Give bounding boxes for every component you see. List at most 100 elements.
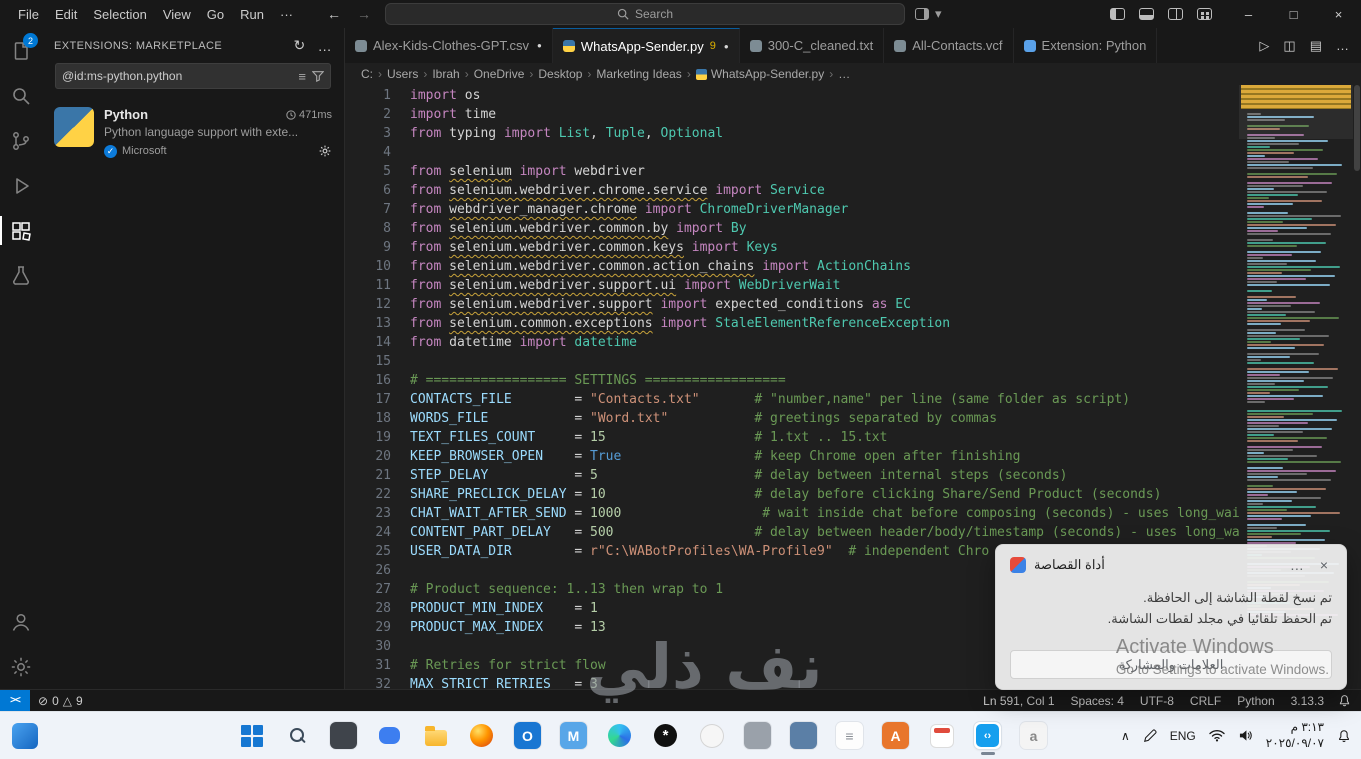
more-actions-icon[interactable]: … xyxy=(318,38,332,54)
editor-more-actions-button[interactable]: … xyxy=(1336,38,1349,53)
split-editor-button[interactable]: ◫ xyxy=(1283,38,1295,54)
minimap-slider[interactable] xyxy=(1239,85,1353,139)
volume-icon[interactable] xyxy=(1238,729,1253,742)
filter-list-icon[interactable]: ≡ xyxy=(298,69,306,84)
menu-edit[interactable]: Edit xyxy=(47,4,85,25)
menu-go[interactable]: Go xyxy=(199,4,232,25)
line-number: 7 xyxy=(383,202,391,217)
notification-more-button[interactable]: … xyxy=(1286,557,1308,573)
sidebar-item-run-debug[interactable] xyxy=(0,163,42,208)
toggle-secondary-sidebar-icon[interactable] xyxy=(1168,8,1183,20)
breadcrumb-separator: › xyxy=(587,67,592,81)
taskbar-steel-app[interactable] xyxy=(790,722,817,749)
taskbar-file-explorer[interactable] xyxy=(422,722,449,749)
breadcrumb-item-c[interactable]: C: xyxy=(361,67,373,81)
status-crlf[interactable]: CRLF xyxy=(1190,694,1221,708)
tab-label: All-Contacts.vcf xyxy=(912,38,1003,53)
notification-action-button[interactable]: العلامات والمشاركة xyxy=(1010,650,1332,679)
problems-indicator[interactable]: ⊘ 0 △ 9 xyxy=(30,694,91,708)
breadcrumb-item-ibrah[interactable]: Ibrah xyxy=(432,67,459,81)
taskbar-start-button[interactable] xyxy=(238,722,265,749)
taskbar-gray-app[interactable] xyxy=(744,722,771,749)
extension-settings-icon[interactable] xyxy=(318,144,332,158)
filter-funnel-icon[interactable] xyxy=(312,70,324,82)
widgets-button[interactable] xyxy=(12,723,38,749)
taskbar-card-app[interactable] xyxy=(928,722,955,749)
python-file-icon xyxy=(695,68,707,80)
scrollbar-thumb[interactable] xyxy=(1354,85,1360,171)
layout-presets-icon[interactable] xyxy=(915,8,929,20)
taskbar-vscode[interactable]: ‹› xyxy=(974,722,1001,749)
menu-more[interactable]: ··· xyxy=(272,4,301,25)
tab-all-contacts-vcf[interactable]: All-Contacts.vcf xyxy=(884,28,1014,63)
forward-button[interactable]: → xyxy=(357,6,371,22)
taskbar-chat-app[interactable] xyxy=(376,722,403,749)
toggle-panel-icon[interactable] xyxy=(1139,8,1154,20)
tray-chevron-icon[interactable]: ∧ xyxy=(1121,729,1130,743)
breadcrumb-item-whatsapp-sender-py[interactable]: WhatsApp-Sender.py xyxy=(695,67,824,81)
status-3-13-3[interactable]: 3.13.3 xyxy=(1291,694,1324,708)
line-number: 32 xyxy=(375,677,391,689)
sidebar-item-search[interactable] xyxy=(0,73,42,118)
taskbar-outlook[interactable]: O xyxy=(514,722,541,749)
wifi-icon[interactable] xyxy=(1209,729,1225,742)
sidebar-item-source-control[interactable] xyxy=(0,118,42,163)
taskbar-search-button[interactable] xyxy=(284,722,311,749)
chevron-down-icon[interactable]: ▾ xyxy=(935,6,942,22)
sidebar-item-extensions[interactable] xyxy=(0,208,42,253)
back-button[interactable]: ← xyxy=(327,6,341,22)
status-spaces-4[interactable]: Spaces: 4 xyxy=(1071,694,1124,708)
extension-file-icon xyxy=(1023,39,1036,52)
extension-item-python[interactable]: Python 471ms Python language support wit… xyxy=(42,97,344,168)
taskbar-notepad[interactable]: ≡ xyxy=(836,722,863,749)
status-ln-591-col-1[interactable]: Ln 591, Col 1 xyxy=(983,694,1054,708)
toggle-primary-sidebar-icon[interactable] xyxy=(1110,8,1125,20)
taskbar-mail-app[interactable]: M xyxy=(560,722,587,749)
language-indicator[interactable]: ENG xyxy=(1170,729,1196,743)
breadcrumb-item-marketing-ideas[interactable]: Marketing Ideas xyxy=(596,67,681,81)
remote-indicator[interactable]: >< xyxy=(0,690,30,711)
taskbar-browser-sphere-app[interactable] xyxy=(606,722,633,749)
clock[interactable]: ٣:١٣ م ٢٠٢٥/٠٩/٠٧ xyxy=(1266,720,1324,751)
run-button[interactable]: ▷ xyxy=(1259,38,1269,54)
taskbar-white-app[interactable]: a xyxy=(1020,722,1047,749)
extensions-search-input[interactable] xyxy=(62,69,293,83)
settings-button[interactable] xyxy=(0,644,42,689)
minimize-button[interactable]: – xyxy=(1226,0,1271,28)
menu-run[interactable]: Run xyxy=(232,4,272,25)
tab-300-c-cleaned-txt[interactable]: 300-C_cleaned.txt xyxy=(739,28,885,63)
breadcrumb-item-desktop[interactable]: Desktop xyxy=(538,67,582,81)
tab-whatsapp-sender-py[interactable]: WhatsApp-Sender.py 9 ● xyxy=(552,28,740,63)
editor-scrollbar[interactable] xyxy=(1353,85,1361,689)
taskbar-orange-doc-app[interactable]: A xyxy=(882,722,909,749)
menu-selection[interactable]: Selection xyxy=(85,4,154,25)
taskbar-firefox[interactable] xyxy=(468,722,495,749)
taskbar-dark-app[interactable] xyxy=(330,722,357,749)
notification-center-icon[interactable] xyxy=(1337,729,1351,743)
tab-alex-kids-clothes-gpt-csv[interactable]: Alex-Kids-Clothes-GPT.csv ● xyxy=(345,28,553,63)
menu-view[interactable]: View xyxy=(155,4,199,25)
menu-file[interactable]: File xyxy=(10,4,47,25)
close-button[interactable]: × xyxy=(1316,0,1361,28)
sidebar-item-testing[interactable] xyxy=(0,253,42,298)
line-number: 15 xyxy=(375,354,391,369)
taskbar-light-circle-app[interactable] xyxy=(698,722,725,749)
refresh-icon[interactable]: ↻ xyxy=(293,37,305,54)
account-button[interactable] xyxy=(0,599,42,644)
notification-close-button[interactable]: × xyxy=(1316,557,1332,573)
extension-name: Python xyxy=(104,107,149,122)
breadcrumb-item-users[interactable]: Users xyxy=(387,67,418,81)
toggle-panel-button[interactable]: ▤ xyxy=(1310,38,1322,54)
tab-extension-python[interactable]: Extension: Python xyxy=(1013,28,1158,63)
breadcrumb-item-[interactable]: … xyxy=(838,67,850,81)
status-python[interactable]: Python xyxy=(1237,694,1274,708)
command-center-search[interactable]: Search xyxy=(385,3,905,25)
sidebar-item-explorer[interactable]: 2 xyxy=(0,28,42,73)
breadcrumb-item-onedrive[interactable]: OneDrive xyxy=(474,67,525,81)
maximize-button[interactable]: □ xyxy=(1271,0,1316,28)
customize-layout-icon[interactable] xyxy=(1197,8,1212,20)
status-utf-8[interactable]: UTF-8 xyxy=(1140,694,1174,708)
notifications-bell-icon[interactable] xyxy=(1324,694,1361,707)
pen-icon[interactable] xyxy=(1143,728,1157,743)
taskbar-chatgpt[interactable]: * xyxy=(652,722,679,749)
